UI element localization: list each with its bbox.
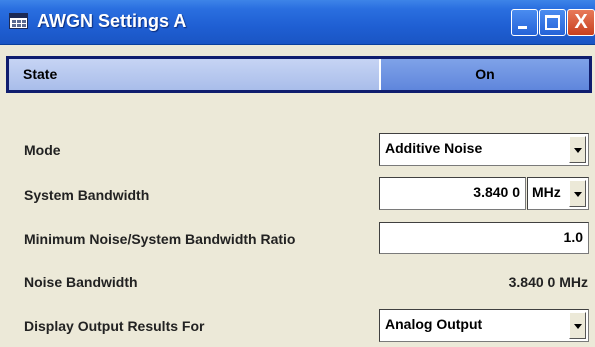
system-bandwidth-value: 3.840 0 bbox=[473, 184, 520, 200]
system-bandwidth-unit-dropdown[interactable]: MHz bbox=[527, 177, 589, 210]
system-bandwidth-label: System Bandwidth bbox=[24, 187, 150, 203]
display-output-value: Analog Output bbox=[385, 316, 483, 332]
mode-dropdown[interactable]: Additive Noise bbox=[379, 133, 589, 166]
noise-ratio-label: Minimum Noise/System Bandwidth Ratio bbox=[24, 231, 296, 247]
minimize-button[interactable] bbox=[511, 9, 538, 36]
state-label-area: State bbox=[9, 59, 379, 90]
mode-label: Mode bbox=[24, 142, 61, 158]
title-bar[interactable]: AWGN Settings A X bbox=[0, 0, 595, 45]
chevron-down-icon[interactable] bbox=[569, 136, 586, 163]
noise-bandwidth-value: 3.840 0 MHz bbox=[508, 274, 588, 290]
noise-bandwidth-label: Noise Bandwidth bbox=[24, 274, 138, 290]
state-row: State On bbox=[6, 56, 592, 93]
maximize-button[interactable] bbox=[539, 9, 566, 36]
settings-panel: State On Mode Additive Noise System Band… bbox=[0, 46, 595, 347]
window-menu-icon[interactable] bbox=[9, 13, 28, 29]
noise-ratio-input[interactable]: 1.0 bbox=[379, 222, 589, 254]
chevron-down-icon[interactable] bbox=[569, 180, 586, 207]
display-output-dropdown[interactable]: Analog Output bbox=[379, 309, 589, 342]
maximize-icon bbox=[545, 15, 560, 30]
noise-ratio-value: 1.0 bbox=[563, 229, 583, 245]
close-button[interactable]: X bbox=[567, 9, 595, 36]
state-label: State bbox=[23, 66, 58, 82]
awgn-settings-window: AWGN Settings A X State On Mode Additive… bbox=[0, 0, 595, 347]
chevron-down-icon[interactable] bbox=[569, 312, 586, 339]
system-bandwidth-unit: MHz bbox=[532, 184, 561, 200]
close-icon: X bbox=[574, 11, 588, 33]
minimize-icon bbox=[518, 26, 527, 29]
mode-value: Additive Noise bbox=[385, 140, 483, 156]
display-output-label: Display Output Results For bbox=[24, 318, 205, 334]
system-bandwidth-input[interactable]: 3.840 0 bbox=[379, 177, 526, 210]
window-title: AWGN Settings A bbox=[37, 11, 187, 31]
state-toggle-button[interactable]: On bbox=[381, 59, 589, 90]
